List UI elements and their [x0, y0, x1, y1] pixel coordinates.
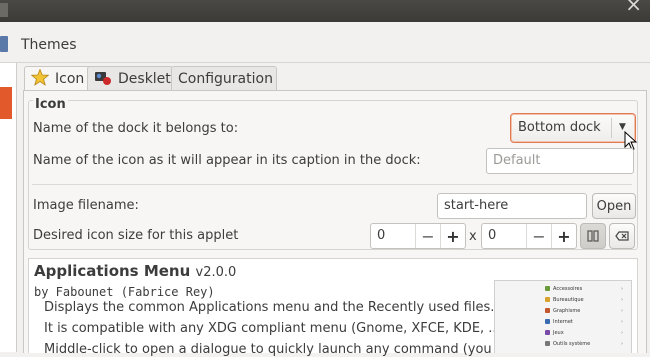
desklet-icon [94, 70, 112, 89]
applet-preview-image: Accessoires › Bureautique › Graphisme › Int… [494, 280, 632, 353]
caption-label: Name of the icon as it will appear in it… [33, 153, 421, 168]
row-separator [32, 184, 632, 185]
applet-author: by Fabounet (Fabrice Rey) [34, 285, 215, 299]
menu-category-icon [545, 341, 550, 346]
close-window-button[interactable]: × [625, 0, 642, 16]
link-icon [587, 230, 599, 242]
themes-icon [0, 36, 8, 52]
decrement-width-button[interactable]: − [415, 224, 440, 248]
backspace-icon [615, 231, 629, 241]
menu-category-icon [545, 297, 550, 302]
link-size-toggle[interactable] [580, 223, 606, 249]
applet-list[interactable] [0, 63, 17, 352]
applet-desc-line: Middle-click to open a dialogue to quick… [44, 342, 520, 357]
window-titlebar: × [0, 0, 650, 22]
open-button[interactable]: Open [592, 193, 636, 219]
menu-category-icon [545, 330, 550, 335]
tab-desklet-label: Desklet [118, 71, 171, 87]
dock-select[interactable]: Bottom dock ▼ [510, 113, 636, 143]
preview-menu-item: Bureautique › [545, 297, 623, 303]
preview-menu-item: Graphisme › [545, 308, 623, 314]
preview-menu-item: Accessoires › [545, 286, 623, 292]
preview-menu-item: Jeux › [545, 330, 623, 336]
image-filename-input[interactable]: start-here [437, 193, 587, 219]
caption-placeholder: Default [493, 153, 541, 168]
dock-select-value: Bottom dock [518, 120, 601, 135]
menu-category-icon [545, 286, 550, 291]
icon-height-spinner[interactable]: 0 − + [481, 223, 577, 249]
clear-size-button[interactable] [609, 223, 635, 249]
window-edge [0, 3, 8, 17]
menu-category-icon [545, 308, 550, 313]
menu-category-icon [545, 319, 550, 324]
image-filename-value: start-here [444, 198, 509, 213]
applet-name: Applications Menu [34, 262, 191, 280]
increment-height-button[interactable]: + [551, 224, 576, 248]
size-separator: x [469, 229, 477, 244]
icon-size-label: Desired icon size for this applet [33, 228, 239, 243]
star-icon [30, 68, 50, 89]
applet-desc-line: Displays the common Applications menu an… [44, 300, 495, 315]
icon-width-spinner[interactable]: 0 − + [370, 223, 466, 249]
preview-menu-item: Internet › [545, 319, 623, 325]
increment-width-button[interactable]: + [440, 224, 465, 248]
divider [0, 62, 650, 63]
caption-input[interactable]: Default [486, 148, 634, 174]
dock-label: Name of the dock it belongs to: [33, 121, 239, 136]
tab-configuration[interactable]: Configuration [171, 66, 277, 91]
icon-width-value: 0 [377, 228, 386, 243]
tab-icon[interactable]: Icon [24, 66, 94, 91]
image-filename-label: Image filename: [33, 198, 139, 213]
applet-version: v2.0.0 [195, 265, 237, 280]
decrement-height-button[interactable]: − [526, 224, 551, 248]
themes-title[interactable]: Themes [21, 37, 77, 53]
tab-configuration-label: Configuration [178, 71, 273, 87]
preview-menu-item: Outils système › [545, 341, 623, 347]
header-bar: Themes [0, 22, 650, 66]
selected-applet-marker [0, 87, 12, 119]
applet-desc-line: It is compatible with any XDG compliant … [44, 321, 506, 336]
combo-divider [611, 118, 612, 138]
icon-group-title: Icon [33, 97, 68, 112]
tab-icon-label: Icon [55, 71, 85, 87]
icon-height-value: 0 [488, 228, 497, 243]
applet-title: Applications Menu v2.0.0 [34, 262, 236, 280]
tab-desklet[interactable]: Desklet [87, 66, 173, 91]
